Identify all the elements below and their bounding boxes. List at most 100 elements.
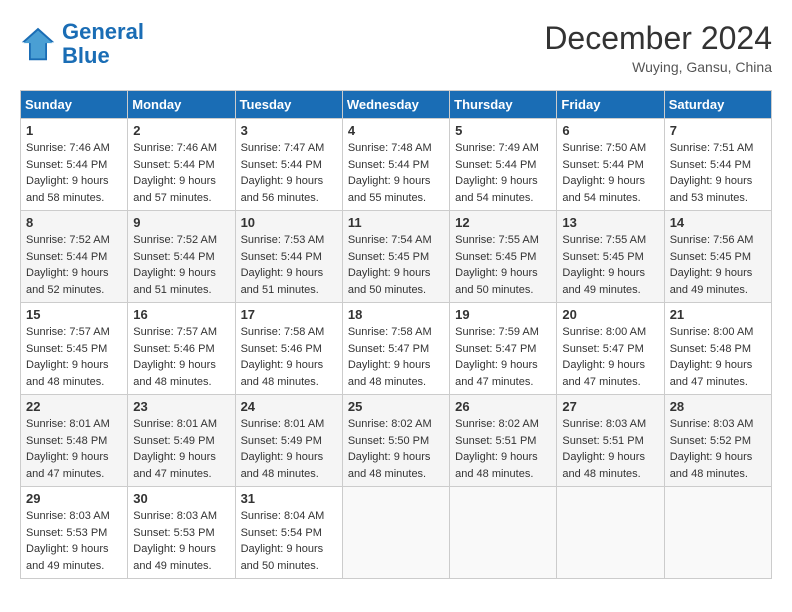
day-number: 25 xyxy=(348,399,444,414)
week-row-1: 1 Sunrise: 7:46 AM Sunset: 5:44 PM Dayli… xyxy=(21,119,772,211)
day-info: Sunrise: 8:01 AM Sunset: 5:49 PM Dayligh… xyxy=(241,416,337,482)
daylight: Daylight: 9 hours and 54 minutes. xyxy=(562,173,658,206)
daylight: Daylight: 9 hours and 52 minutes. xyxy=(26,265,122,298)
day-cell: 30 Sunrise: 8:03 AM Sunset: 5:53 PM Dayl… xyxy=(128,487,235,579)
day-cell: 29 Sunrise: 8:03 AM Sunset: 5:53 PM Dayl… xyxy=(21,487,128,579)
daylight: Daylight: 9 hours and 47 minutes. xyxy=(670,357,766,390)
day-info: Sunrise: 8:04 AM Sunset: 5:54 PM Dayligh… xyxy=(241,508,337,574)
day-number: 28 xyxy=(670,399,766,414)
sunrise: Sunrise: 7:46 AM xyxy=(26,140,122,157)
sunset: Sunset: 5:47 PM xyxy=(562,341,658,358)
sunset: Sunset: 5:49 PM xyxy=(241,433,337,450)
day-info: Sunrise: 7:57 AM Sunset: 5:45 PM Dayligh… xyxy=(26,324,122,390)
day-number: 18 xyxy=(348,307,444,322)
day-number: 13 xyxy=(562,215,658,230)
day-cell: 12 Sunrise: 7:55 AM Sunset: 5:45 PM Dayl… xyxy=(450,211,557,303)
day-info: Sunrise: 7:59 AM Sunset: 5:47 PM Dayligh… xyxy=(455,324,551,390)
daylight: Daylight: 9 hours and 47 minutes. xyxy=(455,357,551,390)
day-cell: 9 Sunrise: 7:52 AM Sunset: 5:44 PM Dayli… xyxy=(128,211,235,303)
sunset: Sunset: 5:45 PM xyxy=(348,249,444,266)
weekday-header-friday: Friday xyxy=(557,91,664,119)
day-number: 6 xyxy=(562,123,658,138)
day-number: 21 xyxy=(670,307,766,322)
day-info: Sunrise: 7:55 AM Sunset: 5:45 PM Dayligh… xyxy=(562,232,658,298)
day-info: Sunrise: 7:55 AM Sunset: 5:45 PM Dayligh… xyxy=(455,232,551,298)
sunrise: Sunrise: 8:01 AM xyxy=(26,416,122,433)
day-cell xyxy=(342,487,449,579)
daylight: Daylight: 9 hours and 47 minutes. xyxy=(26,449,122,482)
sunset: Sunset: 5:52 PM xyxy=(670,433,766,450)
day-info: Sunrise: 8:03 AM Sunset: 5:51 PM Dayligh… xyxy=(562,416,658,482)
sunset: Sunset: 5:51 PM xyxy=(455,433,551,450)
day-info: Sunrise: 8:03 AM Sunset: 5:53 PM Dayligh… xyxy=(133,508,229,574)
day-number: 12 xyxy=(455,215,551,230)
sunset: Sunset: 5:44 PM xyxy=(670,157,766,174)
day-number: 20 xyxy=(562,307,658,322)
logo-text: General Blue xyxy=(62,20,144,68)
day-number: 16 xyxy=(133,307,229,322)
daylight: Daylight: 9 hours and 48 minutes. xyxy=(241,449,337,482)
sunrise: Sunrise: 7:53 AM xyxy=(241,232,337,249)
day-cell: 8 Sunrise: 7:52 AM Sunset: 5:44 PM Dayli… xyxy=(21,211,128,303)
weekday-header-monday: Monday xyxy=(128,91,235,119)
day-number: 27 xyxy=(562,399,658,414)
daylight: Daylight: 9 hours and 48 minutes. xyxy=(348,357,444,390)
day-number: 26 xyxy=(455,399,551,414)
daylight: Daylight: 9 hours and 58 minutes. xyxy=(26,173,122,206)
daylight: Daylight: 9 hours and 50 minutes. xyxy=(455,265,551,298)
day-info: Sunrise: 7:47 AM Sunset: 5:44 PM Dayligh… xyxy=(241,140,337,206)
day-cell xyxy=(450,487,557,579)
day-info: Sunrise: 8:00 AM Sunset: 5:47 PM Dayligh… xyxy=(562,324,658,390)
week-row-5: 29 Sunrise: 8:03 AM Sunset: 5:53 PM Dayl… xyxy=(21,487,772,579)
day-number: 31 xyxy=(241,491,337,506)
day-number: 24 xyxy=(241,399,337,414)
daylight: Daylight: 9 hours and 54 minutes. xyxy=(455,173,551,206)
month-title: December 2024 xyxy=(544,20,772,57)
day-cell: 6 Sunrise: 7:50 AM Sunset: 5:44 PM Dayli… xyxy=(557,119,664,211)
sunrise: Sunrise: 7:52 AM xyxy=(133,232,229,249)
day-cell: 31 Sunrise: 8:04 AM Sunset: 5:54 PM Dayl… xyxy=(235,487,342,579)
day-cell xyxy=(557,487,664,579)
day-cell: 20 Sunrise: 8:00 AM Sunset: 5:47 PM Dayl… xyxy=(557,303,664,395)
day-number: 14 xyxy=(670,215,766,230)
day-number: 1 xyxy=(26,123,122,138)
day-cell: 3 Sunrise: 7:47 AM Sunset: 5:44 PM Dayli… xyxy=(235,119,342,211)
sunset: Sunset: 5:54 PM xyxy=(241,525,337,542)
daylight: Daylight: 9 hours and 48 minutes. xyxy=(455,449,551,482)
sunrise: Sunrise: 8:01 AM xyxy=(241,416,337,433)
day-number: 17 xyxy=(241,307,337,322)
day-info: Sunrise: 7:46 AM Sunset: 5:44 PM Dayligh… xyxy=(26,140,122,206)
day-cell: 15 Sunrise: 7:57 AM Sunset: 5:45 PM Dayl… xyxy=(21,303,128,395)
day-cell: 23 Sunrise: 8:01 AM Sunset: 5:49 PM Dayl… xyxy=(128,395,235,487)
day-cell: 22 Sunrise: 8:01 AM Sunset: 5:48 PM Dayl… xyxy=(21,395,128,487)
sunset: Sunset: 5:45 PM xyxy=(26,341,122,358)
sunrise: Sunrise: 7:54 AM xyxy=(348,232,444,249)
sunrise: Sunrise: 7:50 AM xyxy=(562,140,658,157)
sunrise: Sunrise: 7:57 AM xyxy=(133,324,229,341)
sunset: Sunset: 5:48 PM xyxy=(670,341,766,358)
calendar-table: SundayMondayTuesdayWednesdayThursdayFrid… xyxy=(20,90,772,579)
sunset: Sunset: 5:46 PM xyxy=(241,341,337,358)
day-info: Sunrise: 8:01 AM Sunset: 5:49 PM Dayligh… xyxy=(133,416,229,482)
day-cell: 11 Sunrise: 7:54 AM Sunset: 5:45 PM Dayl… xyxy=(342,211,449,303)
day-number: 4 xyxy=(348,123,444,138)
day-cell: 13 Sunrise: 7:55 AM Sunset: 5:45 PM Dayl… xyxy=(557,211,664,303)
day-info: Sunrise: 8:00 AM Sunset: 5:48 PM Dayligh… xyxy=(670,324,766,390)
sunset: Sunset: 5:44 PM xyxy=(241,157,337,174)
daylight: Daylight: 9 hours and 49 minutes. xyxy=(670,265,766,298)
day-info: Sunrise: 7:53 AM Sunset: 5:44 PM Dayligh… xyxy=(241,232,337,298)
sunrise: Sunrise: 7:56 AM xyxy=(670,232,766,249)
sunrise: Sunrise: 7:52 AM xyxy=(26,232,122,249)
sunrise: Sunrise: 8:00 AM xyxy=(670,324,766,341)
sunrise: Sunrise: 8:03 AM xyxy=(26,508,122,525)
daylight: Daylight: 9 hours and 47 minutes. xyxy=(562,357,658,390)
sunrise: Sunrise: 8:02 AM xyxy=(455,416,551,433)
day-number: 19 xyxy=(455,307,551,322)
logo-icon xyxy=(20,26,56,62)
sunrise: Sunrise: 7:58 AM xyxy=(348,324,444,341)
daylight: Daylight: 9 hours and 51 minutes. xyxy=(241,265,337,298)
weekday-header-row: SundayMondayTuesdayWednesdayThursdayFrid… xyxy=(21,91,772,119)
weekday-header-wednesday: Wednesday xyxy=(342,91,449,119)
week-row-2: 8 Sunrise: 7:52 AM Sunset: 5:44 PM Dayli… xyxy=(21,211,772,303)
sunset: Sunset: 5:45 PM xyxy=(562,249,658,266)
